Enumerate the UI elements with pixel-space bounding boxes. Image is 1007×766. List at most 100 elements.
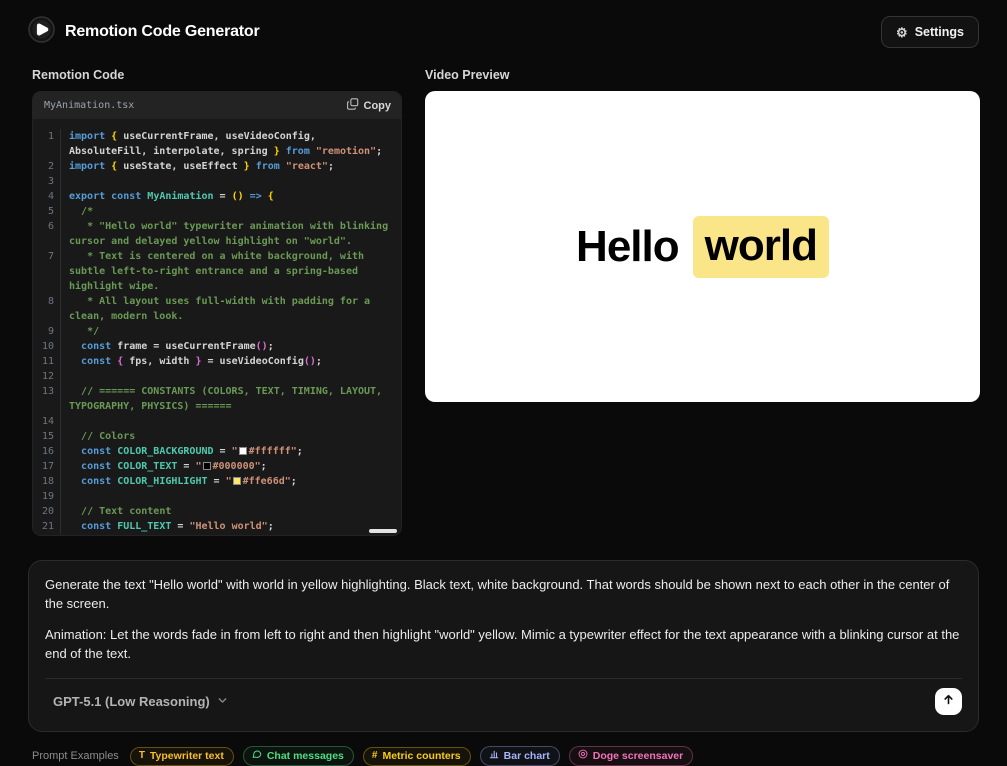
example-chip-doge-screensaver[interactable]: Doge screensaver bbox=[569, 746, 693, 766]
code-lines: 1import { useCurrentFrame, useVideoConfi… bbox=[41, 129, 395, 534]
copy-icon bbox=[347, 98, 359, 113]
line-number: 7 bbox=[41, 249, 61, 294]
code-line: 2import { useState, useEffect } from "re… bbox=[41, 159, 395, 174]
code-line: 14 bbox=[41, 414, 395, 429]
code-line-content: // Text content bbox=[69, 504, 395, 519]
line-number: 11 bbox=[41, 354, 61, 369]
chip-label: Typewriter text bbox=[150, 750, 224, 762]
line-number: 20 bbox=[41, 504, 61, 519]
code-line: 7 * Text is centered on a white backgrou… bbox=[41, 249, 395, 294]
chat-bubble-icon bbox=[252, 749, 262, 762]
code-line: 13 // ====== CONSTANTS (COLORS, TEXT, TI… bbox=[41, 384, 395, 414]
chip-label: Metric counters bbox=[382, 750, 460, 762]
settings-button-label: Settings bbox=[915, 25, 964, 39]
line-number: 14 bbox=[41, 414, 61, 429]
code-line: 19 bbox=[41, 489, 395, 504]
scrollbar-thumb[interactable] bbox=[369, 529, 397, 533]
line-number: 3 bbox=[41, 174, 61, 189]
color-swatch bbox=[203, 462, 211, 470]
code-line: 3 bbox=[41, 174, 395, 189]
code-line-content: const COLOR_BACKGROUND = "#ffffff"; bbox=[69, 444, 395, 459]
line-number: 12 bbox=[41, 369, 61, 384]
code-line: 21 const FULL_TEXT = "Hello world"; bbox=[41, 519, 395, 534]
page-title: Remotion Code Generator bbox=[65, 23, 260, 41]
prompt-examples-row: Prompt Examples T Typewriter text Chat m… bbox=[0, 732, 1007, 766]
code-line-content: * Text is centered on a white background… bbox=[69, 249, 395, 294]
chevron-down-icon bbox=[217, 694, 228, 709]
video-preview: Hello world bbox=[425, 91, 980, 402]
preview-word-plain: Hello bbox=[576, 222, 679, 272]
copy-button[interactable]: Copy bbox=[347, 98, 392, 113]
code-line-content: /* bbox=[69, 204, 395, 219]
submit-button[interactable] bbox=[935, 688, 962, 715]
code-section: Remotion Code MyAnimation.tsx Copy 1impo… bbox=[32, 68, 402, 536]
code-line: 8 * All layout uses full-width with padd… bbox=[41, 294, 395, 324]
line-number: 17 bbox=[41, 459, 61, 474]
code-section-label: Remotion Code bbox=[32, 68, 402, 82]
bar-chart-icon bbox=[489, 749, 499, 762]
chip-label: Doge screensaver bbox=[593, 750, 683, 762]
example-chip-chat-messages[interactable]: Chat messages bbox=[243, 746, 354, 766]
line-number: 9 bbox=[41, 324, 61, 339]
code-line: 1import { useCurrentFrame, useVideoConfi… bbox=[41, 129, 395, 159]
code-line: 4 export const MyAnimation = () => { bbox=[41, 189, 395, 204]
code-line-content: // ====== CONSTANTS (COLORS, TEXT, TIMIN… bbox=[69, 384, 395, 414]
settings-button[interactable]: ⚙ Settings bbox=[881, 16, 979, 48]
code-editor-panel: MyAnimation.tsx Copy 1import { useCurren… bbox=[32, 91, 402, 536]
code-line: 16 const COLOR_BACKGROUND = "#ffffff"; bbox=[41, 444, 395, 459]
coin-icon bbox=[578, 749, 588, 762]
code-line-content: const { fps, width } = useVideoConfig(); bbox=[69, 354, 395, 369]
line-number: 6 bbox=[41, 219, 61, 249]
code-line: 20 // Text content bbox=[41, 504, 395, 519]
code-line: 12 bbox=[41, 369, 395, 384]
line-number: 15 bbox=[41, 429, 61, 444]
prompt-paragraph: Generate the text "Hello world" with wor… bbox=[45, 576, 962, 614]
line-number: 8 bbox=[41, 294, 61, 324]
line-number: 13 bbox=[41, 384, 61, 414]
code-line-content: const FULL_TEXT = "Hello world"; bbox=[69, 519, 395, 534]
code-line: 17 const COLOR_TEXT = "#000000"; bbox=[41, 459, 395, 474]
code-scroll-area[interactable]: 1import { useCurrentFrame, useVideoConfi… bbox=[33, 119, 401, 535]
prompt-examples-label: Prompt Examples bbox=[32, 750, 119, 762]
prompt-text[interactable]: Generate the text "Hello world" with wor… bbox=[45, 576, 962, 663]
code-line-content: const frame = useCurrentFrame(); bbox=[69, 339, 395, 354]
line-number: 16 bbox=[41, 444, 61, 459]
code-line: 15 // Colors bbox=[41, 429, 395, 444]
chip-label: Bar chart bbox=[504, 750, 550, 762]
prompt-paragraph: Animation: Let the words fade in from le… bbox=[45, 626, 962, 664]
preview-text: Hello world bbox=[576, 216, 829, 278]
example-chip-bar-chart[interactable]: Bar chart bbox=[480, 746, 560, 766]
code-line-content: const COLOR_TEXT = "#000000"; bbox=[69, 459, 395, 474]
code-line-content: import { useState, useEffect } from "rea… bbox=[69, 159, 395, 174]
code-line: 18 const COLOR_HIGHLIGHT = "#ffe66d"; bbox=[41, 474, 395, 489]
model-selector[interactable]: GPT-5.1 (Low Reasoning) bbox=[53, 694, 228, 709]
example-chip-typewriter-text[interactable]: T Typewriter text bbox=[130, 747, 234, 766]
example-chip-metric-counters[interactable]: # Metric counters bbox=[363, 747, 471, 766]
arrow-up-icon bbox=[942, 693, 955, 709]
line-number: 5 bbox=[41, 204, 61, 219]
code-line-content: const COLOR_HIGHLIGHT = "#ffe66d"; bbox=[69, 474, 395, 489]
code-line: 9 */ bbox=[41, 324, 395, 339]
preview-word-highlighted: world bbox=[693, 216, 829, 278]
code-filename: MyAnimation.tsx bbox=[44, 100, 134, 111]
line-number: 21 bbox=[41, 519, 61, 534]
preview-section: Video Preview Hello world bbox=[425, 68, 980, 536]
copy-button-label: Copy bbox=[364, 100, 392, 112]
code-line-content: * "Hello world" typewriter animation wit… bbox=[69, 219, 395, 249]
main-content: Remotion Code MyAnimation.tsx Copy 1impo… bbox=[0, 64, 1007, 536]
code-line: 6 * "Hello world" typewriter animation w… bbox=[41, 219, 395, 249]
prompt-footer: GPT-5.1 (Low Reasoning) bbox=[45, 679, 962, 723]
brand: Remotion Code Generator bbox=[28, 16, 260, 48]
line-number: 4 bbox=[41, 189, 61, 204]
code-editor-header: MyAnimation.tsx Copy bbox=[33, 92, 401, 119]
code-line-content: */ bbox=[69, 324, 395, 339]
line-number: 18 bbox=[41, 474, 61, 489]
code-line-content: export const MyAnimation = () => { bbox=[69, 189, 395, 204]
code-line-content: import { useCurrentFrame, useVideoConfig… bbox=[69, 129, 395, 159]
color-swatch bbox=[239, 447, 247, 455]
prompt-input-panel[interactable]: Generate the text "Hello world" with wor… bbox=[28, 560, 979, 732]
line-number: 19 bbox=[41, 489, 61, 504]
color-swatch bbox=[233, 477, 241, 485]
line-number: 10 bbox=[41, 339, 61, 354]
code-line-content: * All layout uses full-width with paddin… bbox=[69, 294, 395, 324]
